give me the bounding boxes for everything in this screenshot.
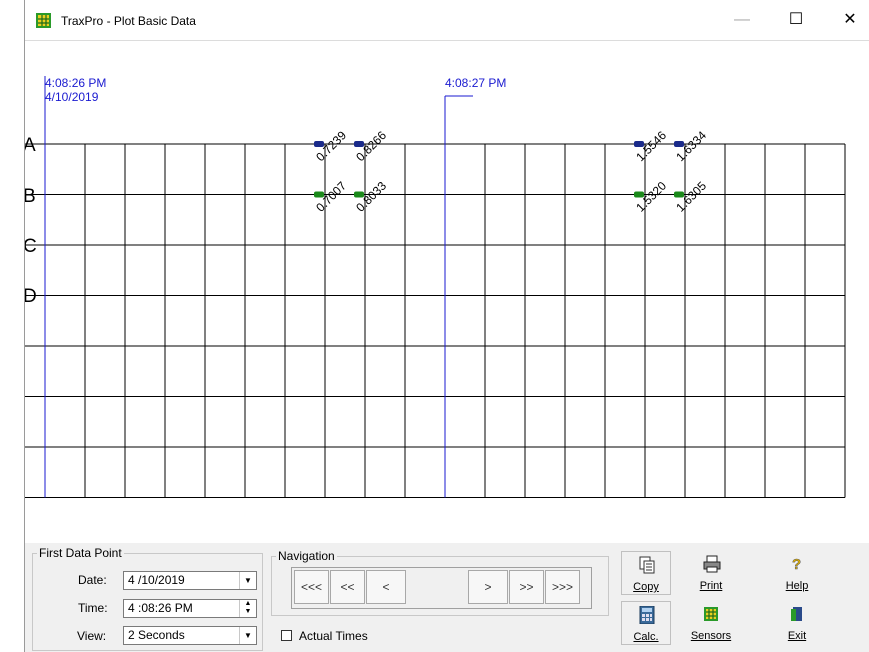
control-panel: First Data Point Date: 4 /10/2019 ▼ Time… xyxy=(25,543,869,652)
title-bar[interactable]: TraxPro - Plot Basic Data — ☐ ✕ xyxy=(25,0,869,41)
time-left-label: 4:08:26 PM xyxy=(45,76,106,90)
help-icon: ? xyxy=(792,556,802,573)
nav-prev-button[interactable]: < xyxy=(366,570,406,604)
spin-down-icon[interactable]: ▼ xyxy=(245,608,252,615)
nav-next-button[interactable]: > xyxy=(468,570,508,604)
nav-first-button[interactable]: <<< xyxy=(294,570,329,604)
nav-last-button[interactable]: >>> xyxy=(545,570,580,604)
first-data-point-legend: First Data Point xyxy=(39,546,122,560)
actual-times-label: Actual Times xyxy=(299,629,368,643)
spin-up-icon[interactable]: ▲ xyxy=(245,600,252,607)
plot-window: TraxPro - Plot Basic Data — ☐ ✕ 4:08:26 … xyxy=(24,0,869,652)
sensors-icon xyxy=(704,607,718,621)
view-value: 2 Seconds xyxy=(128,628,185,642)
print-button[interactable]: Print xyxy=(686,551,736,595)
view-label: View: xyxy=(77,629,107,643)
printer-icon xyxy=(703,555,721,573)
minimize-icon[interactable]: — xyxy=(727,10,757,30)
exit-button[interactable]: Exit xyxy=(754,601,840,645)
date-dropdown[interactable]: 4 /10/2019 ▼ xyxy=(123,571,257,590)
nav-prev-page-button[interactable]: << xyxy=(330,570,365,604)
plot-area: 4:08:26 PM 4/10/2019 4:08:27 PM A B C D … xyxy=(25,41,869,543)
row-label-a: A xyxy=(25,135,36,156)
time-spinner[interactable]: ▲ ▼ xyxy=(239,600,256,617)
chevron-down-icon[interactable]: ▼ xyxy=(239,572,256,589)
close-icon[interactable]: ✕ xyxy=(835,10,865,30)
actual-times-checkbox[interactable] xyxy=(281,630,292,641)
time-field[interactable]: 4 :08:26 PM ▲ ▼ xyxy=(123,599,257,618)
plot-canvas: 4:08:26 PM 4/10/2019 4:08:27 PM A B C D … xyxy=(25,76,846,498)
print-label: Print xyxy=(699,580,723,592)
row-label-d: D xyxy=(25,286,37,307)
copy-label: Copy xyxy=(633,581,659,593)
maximize-icon[interactable]: ☐ xyxy=(781,10,811,30)
calc-button[interactable]: Calc. xyxy=(621,601,671,645)
nav-next-page-button[interactable]: >> xyxy=(509,570,544,604)
date-label: Date: xyxy=(78,573,107,587)
sensors-label: Sensors xyxy=(690,630,732,642)
row-label-b: B xyxy=(25,186,36,207)
svg-text:?: ? xyxy=(792,556,801,573)
calc-label: Calc. xyxy=(633,631,659,643)
traxpro-app-icon xyxy=(36,13,51,28)
date-left-label: 4/10/2019 xyxy=(45,90,99,104)
sensors-button[interactable]: Sensors xyxy=(686,601,736,645)
navigation-legend: Navigation xyxy=(278,549,335,563)
help-button[interactable]: ? Help xyxy=(754,551,840,595)
help-label: Help xyxy=(785,580,809,592)
exit-label: Exit xyxy=(787,630,807,642)
view-dropdown[interactable]: 2 Seconds ▼ xyxy=(123,626,257,645)
row-label-c: C xyxy=(25,236,37,257)
time-label: Time: xyxy=(78,601,108,615)
window-title: TraxPro - Plot Basic Data xyxy=(61,14,196,28)
date-value: 4 /10/2019 xyxy=(128,573,185,587)
exit-door-icon xyxy=(791,607,802,621)
copy-button[interactable]: Copy xyxy=(621,551,671,595)
chevron-down-icon[interactable]: ▼ xyxy=(239,627,256,644)
time-mid-label: 4:08:27 PM xyxy=(445,76,506,90)
calculator-icon xyxy=(639,606,655,624)
time-value: 4 :08:26 PM xyxy=(128,601,193,615)
copy-icon xyxy=(639,556,655,574)
